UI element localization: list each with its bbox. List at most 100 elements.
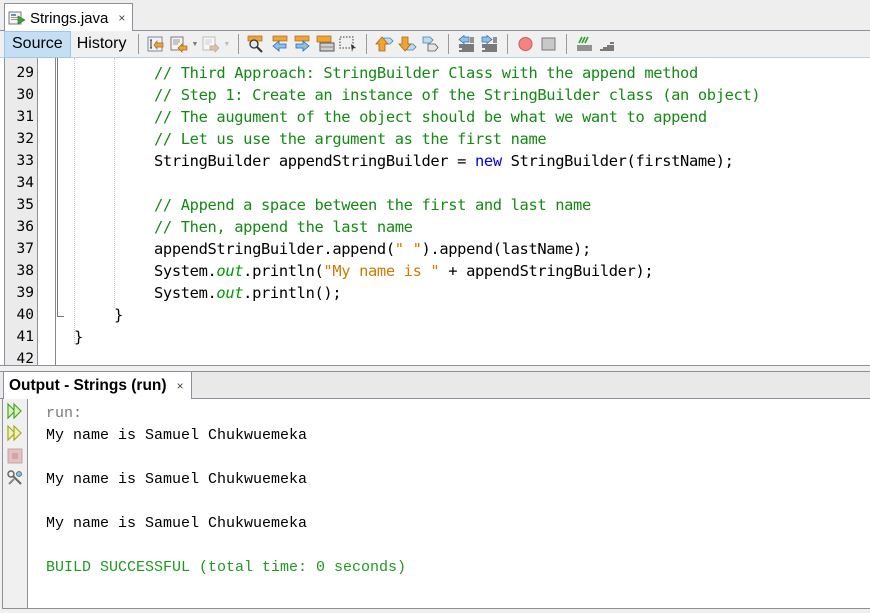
line-number: 39 bbox=[16, 285, 34, 301]
toggle-rect-selection-icon[interactable] bbox=[339, 35, 358, 53]
comment-icon[interactable] bbox=[575, 35, 594, 53]
code-token-str: "My name is " bbox=[323, 262, 440, 280]
code-token-plain: .println(); bbox=[243, 284, 342, 302]
code-token-comment: // Third Approach: StringBuilder Class w… bbox=[154, 64, 698, 82]
toggle-bookmark-icon[interactable] bbox=[421, 35, 440, 53]
code-line[interactable]: 35 // Append a space between the first an… bbox=[0, 194, 870, 216]
code-line[interactable]: 42 bbox=[0, 348, 870, 365]
shift-left-icon[interactable] bbox=[457, 34, 476, 53]
line-number: 32 bbox=[16, 131, 34, 147]
output-tab[interactable]: Output - Strings (run) × bbox=[3, 372, 192, 400]
code-token-plain: .println( bbox=[243, 262, 324, 280]
code-editor[interactable]: 29 // Third Approach: StringBuilder Class… bbox=[0, 58, 870, 365]
code-token-plain: appendStringBuilder.append( bbox=[154, 240, 395, 258]
line-number: 31 bbox=[16, 109, 34, 125]
code-token-field: out bbox=[216, 262, 244, 280]
code-line[interactable]: 36 // Then, append the last name bbox=[0, 216, 870, 238]
code-line[interactable]: 29 // Third Approach: StringBuilder Class… bbox=[0, 62, 870, 84]
rerun-icon[interactable] bbox=[6, 402, 24, 420]
history-view-button[interactable]: History bbox=[71, 31, 133, 58]
code-token-comment: // Step 1: Create an instance of the Str… bbox=[154, 86, 761, 104]
code-token-kw: new bbox=[474, 152, 502, 170]
code-text: appendStringBuilder.append(" ").append(l… bbox=[154, 238, 591, 260]
code-text: // The augument of the object should be … bbox=[154, 106, 707, 128]
code-token-plain: ).append(lastName); bbox=[421, 240, 591, 258]
code-line[interactable]: 32 // Let us use the argument as the firs… bbox=[0, 128, 870, 150]
stop-icon[interactable] bbox=[6, 447, 24, 465]
start-macro-icon[interactable] bbox=[516, 35, 535, 53]
line-number: 37 bbox=[16, 241, 34, 257]
code-text: } bbox=[74, 326, 83, 348]
code-line[interactable]: 34 bbox=[0, 172, 870, 194]
line-number: 29 bbox=[16, 65, 34, 81]
code-token-plain: } bbox=[74, 328, 83, 346]
find-previous-icon[interactable] bbox=[270, 35, 289, 53]
source-view-button[interactable]: Source bbox=[4, 30, 71, 58]
output-tab-title: Output - Strings (run) bbox=[9, 377, 167, 394]
code-line[interactable]: 41} bbox=[0, 326, 870, 348]
close-icon[interactable]: × bbox=[118, 11, 125, 25]
last-edit-icon[interactable] bbox=[147, 35, 166, 53]
back-dropdown-icon[interactable]: ▼ bbox=[191, 41, 198, 48]
previous-bookmark-icon[interactable] bbox=[375, 35, 394, 53]
code-token-plain: + appendStringBuilder); bbox=[439, 262, 654, 280]
rerun-with-args-icon[interactable] bbox=[6, 424, 24, 442]
code-token-comment: // The augument of the object should be … bbox=[154, 108, 707, 126]
code-line[interactable]: 39 System.out.println(); bbox=[0, 282, 870, 304]
editor-tab-strings-java[interactable]: Strings.java × bbox=[4, 3, 133, 32]
close-icon[interactable]: × bbox=[177, 379, 184, 393]
code-token-plain: StringBuilder(firstName); bbox=[501, 152, 734, 170]
code-text: // Append a space between the first and … bbox=[154, 194, 591, 216]
line-number: 35 bbox=[16, 197, 34, 213]
code-token-field: out bbox=[216, 284, 244, 302]
line-number: 30 bbox=[16, 87, 34, 103]
line-number: 41 bbox=[16, 329, 34, 345]
uncomment-icon[interactable] bbox=[598, 35, 617, 53]
find-selection-icon[interactable] bbox=[247, 35, 266, 53]
stop-macro-icon[interactable] bbox=[539, 35, 558, 53]
code-text: // Let us use the argument as the first … bbox=[154, 128, 547, 150]
output-tab-strip: Output - Strings (run) × bbox=[0, 371, 870, 400]
code-token-str: " " bbox=[394, 240, 422, 258]
editor-tab-strip: Strings.java × bbox=[0, 0, 870, 32]
code-token-comment: // Append a space between the first and … bbox=[154, 196, 591, 214]
code-token-plain: System. bbox=[154, 284, 217, 302]
toolbar-separator bbox=[566, 34, 568, 54]
build-status-line: BUILD SUCCESSFUL (total time: 0 seconds) bbox=[46, 559, 407, 576]
code-text: System.out.println("My name is " + appen… bbox=[154, 260, 654, 282]
toggle-highlight-icon[interactable] bbox=[316, 35, 335, 53]
toolbar-separator bbox=[448, 34, 450, 54]
code-token-plain: } bbox=[114, 306, 123, 324]
code-line[interactable]: 38 System.out.println("My name is " + app… bbox=[0, 260, 870, 282]
find-next-icon[interactable] bbox=[293, 35, 312, 53]
code-line[interactable]: 30 // Step 1: Create an instance of the S… bbox=[0, 84, 870, 106]
code-line[interactable]: 31 // The augument of the object should b… bbox=[0, 106, 870, 128]
line-number: 42 bbox=[16, 351, 34, 365]
code-line[interactable]: 37 appendStringBuilder.append(" ").append… bbox=[0, 238, 870, 260]
code-line[interactable]: 40} bbox=[0, 304, 870, 326]
next-bookmark-icon[interactable] bbox=[398, 35, 417, 53]
shift-right-icon[interactable] bbox=[480, 34, 499, 53]
toolbar-separator bbox=[138, 34, 140, 54]
output-line: My name is Samuel Chukwuemeka bbox=[46, 427, 308, 444]
code-token-comment: // Then, append the last name bbox=[154, 218, 413, 236]
code-text: // Step 1: Create an instance of the Str… bbox=[154, 84, 761, 106]
code-line[interactable]: 33 StringBuilder appendStringBuilder = ne… bbox=[0, 150, 870, 172]
editor-tab-label: Strings.java bbox=[30, 9, 109, 27]
line-number: 33 bbox=[16, 153, 34, 169]
toolbar-separator bbox=[507, 34, 509, 54]
back-icon[interactable] bbox=[170, 35, 189, 53]
forward-dropdown-icon[interactable]: ▼ bbox=[223, 41, 230, 48]
line-number: 40 bbox=[16, 307, 34, 323]
output-line: My name is Samuel Chukwuemeka bbox=[46, 515, 308, 532]
line-number: 38 bbox=[16, 263, 34, 279]
code-text: // Third Approach: StringBuilder Class w… bbox=[154, 62, 698, 84]
settings-icon[interactable] bbox=[6, 469, 24, 487]
toolbar-separator bbox=[366, 34, 368, 54]
code-text: System.out.println(); bbox=[154, 282, 342, 304]
output-console[interactable]: run: My name is Samuel Chukwuemeka My name… bbox=[28, 399, 870, 609]
forward-icon[interactable] bbox=[202, 35, 221, 53]
toolbar-separator bbox=[238, 34, 240, 54]
output-sidebar bbox=[2, 399, 28, 609]
editor-toolbar: Source History ▼ ▼ bbox=[0, 30, 870, 58]
